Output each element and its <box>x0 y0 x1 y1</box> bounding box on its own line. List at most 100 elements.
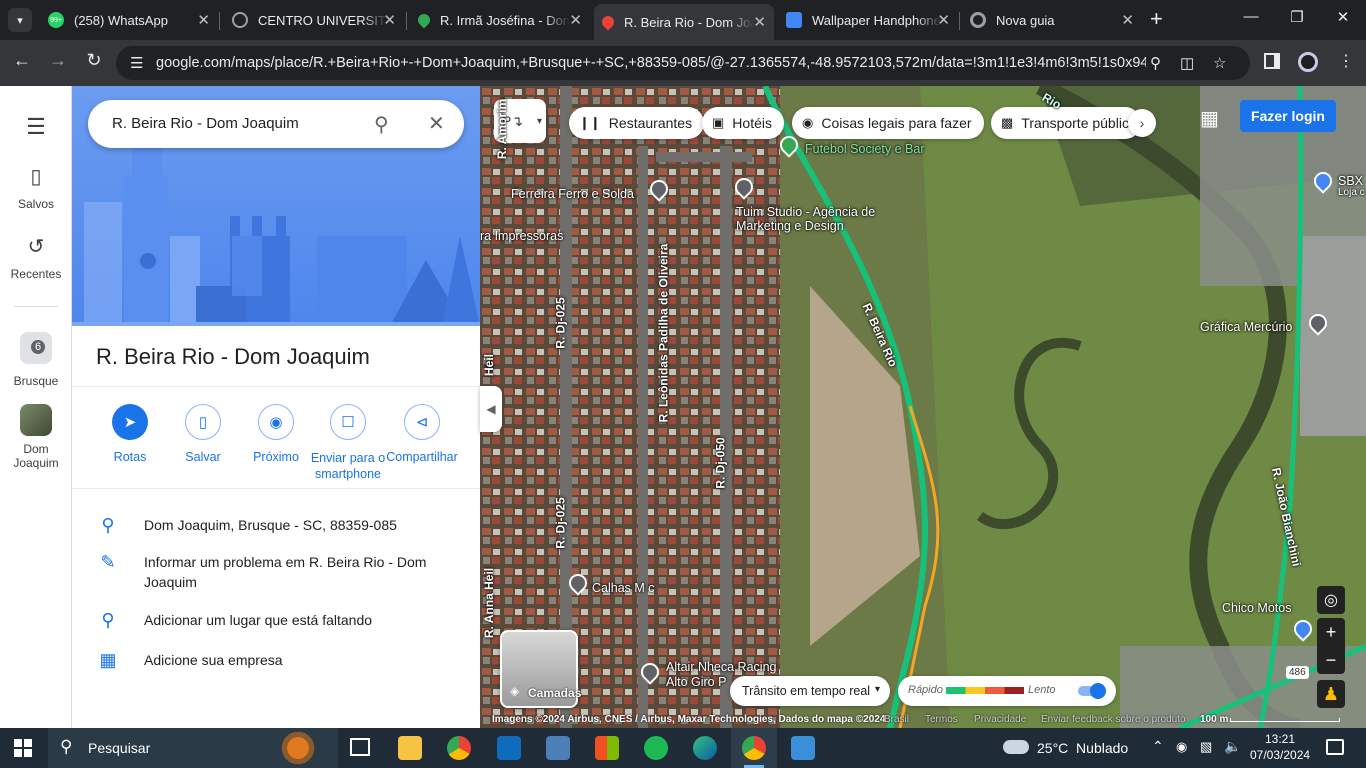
location-icon[interactable]: ⚲ <box>1150 54 1161 72</box>
collapse-panel-button[interactable]: ◀ <box>480 386 502 432</box>
footer-feedback-link[interactable]: Enviar feedback sobre o produto <box>1041 714 1186 725</box>
tab-search-button[interactable]: ▾ <box>8 8 32 32</box>
send-to-phone-button[interactable]: ☐ Enviar para o smartphone <box>310 404 386 482</box>
tab-nova-guia[interactable]: Nova guia ✕ <box>962 6 1142 34</box>
zoom-out-button[interactable]: − <box>1317 646 1345 674</box>
place-alto-giro[interactable]: Alto Giro P <box>666 675 726 689</box>
place-tuim-studio[interactable]: Tuim Studio - Agência de Marketing e Des… <box>736 205 876 233</box>
traffic-dropdown[interactable]: Trânsito em tempo real ▾ <box>730 676 890 706</box>
bookmark-star-icon[interactable]: ☆ <box>1213 54 1226 72</box>
tab-irma-josefina[interactable]: R. Irmã Joséfina - Dom Joaquim ✕ <box>410 6 590 34</box>
search-input[interactable]: R. Beira Rio - Dom Joaquim <box>112 115 299 132</box>
chrome-active-icon[interactable] <box>742 736 766 760</box>
tab-beira-rio[interactable]: R. Beira Rio - Dom Joaquim ✕ <box>594 4 774 40</box>
directions-button[interactable]: ➤ Rotas <box>94 404 166 464</box>
taskbar-search-text: Pesquisar <box>88 740 151 756</box>
edge-icon[interactable] <box>693 736 717 760</box>
chrome-menu-icon[interactable]: ⋮ <box>1338 51 1354 71</box>
close-tab-icon[interactable]: ✕ <box>569 11 582 29</box>
place-hero-illustration: R. Beira Rio - Dom Joaquim ⚲ ✕ <box>72 86 480 326</box>
spotify-icon[interactable] <box>644 736 668 760</box>
minimize-icon[interactable]: — <box>1228 8 1274 25</box>
zoom-in-button[interactable]: + <box>1317 618 1345 646</box>
footer-brasil-link[interactable]: Brasil <box>884 714 909 725</box>
share-button[interactable]: ⊲ Compartilhar <box>380 404 464 464</box>
clock[interactable]: 13:21 07/03/2024 <box>1250 731 1310 763</box>
reload-icon[interactable]: ↻ <box>81 50 107 71</box>
recent-place-dom-joaquim[interactable]: Dom Joaquim <box>0 404 72 470</box>
tab-title: Nova guia <box>996 12 1055 28</box>
my-location-icon[interactable]: ◎ <box>1317 586 1345 614</box>
volume-icon[interactable]: 🔈 <box>1224 738 1241 755</box>
close-window-icon[interactable]: ✕ <box>1320 8 1366 26</box>
search-icon[interactable]: ⚲ <box>374 112 389 137</box>
profile-avatar[interactable] <box>1298 52 1318 72</box>
place-sbx-store[interactable]: Loja c <box>1338 187 1365 198</box>
place-sbx[interactable]: SBX <box>1338 174 1363 188</box>
close-tab-icon[interactable]: ✕ <box>1121 11 1134 29</box>
photos-icon[interactable] <box>791 736 815 760</box>
back-icon[interactable]: ← <box>9 50 35 71</box>
nearby-label: Próximo <box>253 450 299 464</box>
start-button[interactable] <box>14 739 32 757</box>
place-altair-nheca[interactable]: Altair Nheca Racing <box>666 660 776 674</box>
close-tab-icon[interactable]: ✕ <box>753 13 766 31</box>
store-icon[interactable] <box>595 736 619 760</box>
traffic-toggle[interactable] <box>1078 683 1106 699</box>
menu-icon[interactable]: ☰ <box>0 114 72 140</box>
site-info-icon[interactable]: ☰ <box>130 54 143 72</box>
clear-search-icon[interactable]: ✕ <box>428 111 445 136</box>
forward-icon[interactable]: → <box>45 50 71 71</box>
scale-label[interactable]: 100 m <box>1200 714 1228 725</box>
weather-text[interactable]: 25°C Nublado <box>1037 740 1128 756</box>
webcam-icon[interactable]: ◉ <box>1176 739 1187 755</box>
chip-things-to-do[interactable]: ◉ Coisas legais para fazer <box>792 107 984 139</box>
address-bar[interactable]: ☰ google.com/maps/place/R.+Beira+Rio+-+D… <box>116 46 1250 80</box>
notification-icon[interactable] <box>1326 739 1344 755</box>
saved-button[interactable]: ▯ Salvos <box>0 164 72 211</box>
pegman-icon[interactable]: ♟ <box>1317 680 1345 708</box>
chip-restaurants[interactable]: ❙❙ Restaurantes <box>569 107 705 139</box>
mail-icon[interactable] <box>497 736 521 760</box>
place-chico-motos[interactable]: Chico Motos <box>1222 601 1291 615</box>
apps-grid-icon[interactable]: ▦ <box>1200 106 1219 131</box>
bookmark-icon: ▯ <box>185 404 221 440</box>
calculator-icon[interactable] <box>546 736 570 760</box>
chips-next-button[interactable]: › <box>1128 109 1156 137</box>
layers-button[interactable]: ◈ Camadas <box>500 630 581 708</box>
tab-centro-universitario[interactable]: CENTRO UNIVERSITÁRIO ✕ <box>224 6 404 34</box>
close-tab-icon[interactable]: ✕ <box>937 11 950 29</box>
login-button[interactable]: Fazer login <box>1240 100 1336 132</box>
network-icon[interactable]: ▧ <box>1200 739 1212 755</box>
close-tab-icon[interactable]: ✕ <box>383 11 396 29</box>
place-grafica-mercurio[interactable]: Gráfica Mercúrio <box>1200 320 1292 334</box>
place-impressoras[interactable]: ra Impressoras <box>480 229 563 243</box>
tab-whatsapp[interactable]: 99+ (258) WhatsApp ✕ <box>40 6 218 34</box>
search-box[interactable]: R. Beira Rio - Dom Joaquim ⚲ ✕ <box>88 100 464 148</box>
footer-privacy-link[interactable]: Privacidade <box>974 714 1026 725</box>
new-tab-button[interactable]: + <box>1150 7 1163 31</box>
close-tab-icon[interactable]: ✕ <box>197 11 210 29</box>
footer-terms-link[interactable]: Termos <box>925 714 958 725</box>
recent-button[interactable]: ↺ Recentes <box>0 234 72 281</box>
tab-wallpaper[interactable]: Wallpaper Handphone ✕ <box>778 6 958 34</box>
url-text[interactable]: google.com/maps/place/R.+Beira+Rio+-+Dom… <box>156 55 1146 71</box>
place-ferreira-ferro[interactable]: Ferreira Ferro e Solda <box>511 187 634 201</box>
restore-icon[interactable]: ❐ <box>1274 8 1320 26</box>
satellite-map[interactable]: P↴ ▾ ❙❙ Restaurantes ▣ Hotéis ◉ Coisas lega… <box>480 86 1366 728</box>
side-panel-icon[interactable] <box>1264 53 1280 69</box>
save-button[interactable]: ▯ Salvar <box>167 404 239 464</box>
place-futebol-society[interactable]: Futebol Society e Bar <box>805 142 925 156</box>
file-explorer-icon[interactable] <box>398 736 422 760</box>
task-view-icon[interactable] <box>350 738 370 756</box>
nearby-button[interactable]: ◉ Próximo <box>240 404 312 464</box>
place-calhas[interactable]: Calhas M c <box>592 581 655 595</box>
recent-place-brusque[interactable]: 6 Brusque <box>0 332 72 388</box>
chip-transit[interactable]: ▩ Transporte público <box>991 107 1141 139</box>
install-app-icon[interactable]: ◫ <box>1180 54 1194 72</box>
windows-taskbar: ⚲ Pesquisar 25°C Nublado ⌃ ◉ ▧ 🔈 13:21 0… <box>0 728 1366 768</box>
chrome-taskbar-icon[interactable] <box>447 736 471 760</box>
taskbar-search[interactable]: ⚲ Pesquisar <box>48 728 338 768</box>
chip-hotels[interactable]: ▣ Hotéis <box>702 107 784 139</box>
chevron-up-icon[interactable]: ⌃ <box>1152 738 1164 755</box>
